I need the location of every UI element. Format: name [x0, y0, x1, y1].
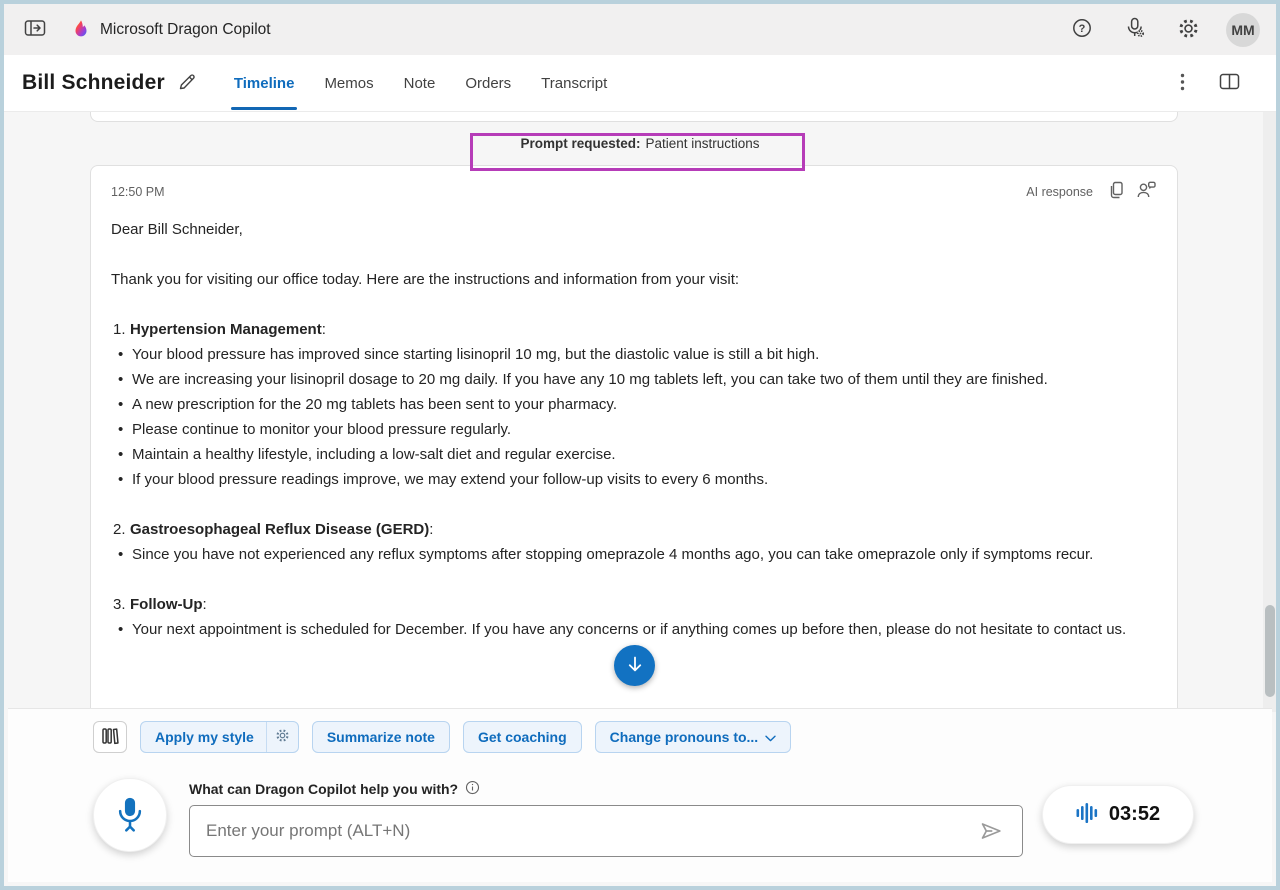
prompt-requested-divider: Prompt requested: Patient instructions: [4, 122, 1276, 165]
help-icon: ?: [1071, 17, 1093, 42]
split-panel-icon: [1219, 72, 1240, 94]
tab-orders[interactable]: Orders: [450, 55, 526, 112]
section-title: Gastroesophageal Reflux Disease (GERD): [130, 521, 429, 538]
svg-text:?: ?: [1079, 23, 1086, 35]
prompt-requested-value: Patient instructions: [645, 136, 759, 151]
tab-memos[interactable]: Memos: [309, 55, 388, 112]
change-pronouns-button[interactable]: Change pronouns to...: [595, 721, 792, 753]
section-hypertension: 1.Hypertension Management: Your blood pr…: [111, 317, 1157, 492]
recording-timer: 03:52: [1109, 803, 1160, 826]
more-options-button[interactable]: [1176, 69, 1189, 98]
scroll-to-bottom-button[interactable]: [614, 645, 655, 686]
section-number: 3.: [113, 592, 130, 617]
person-feedback-icon: [1136, 180, 1157, 203]
response-body: Dear Bill Schneider, Thank you for visit…: [111, 217, 1157, 642]
library-icon: [101, 727, 119, 748]
get-coaching-button[interactable]: Get coaching: [463, 721, 582, 753]
bullet: If your blood pressure readings improve,…: [111, 467, 1157, 492]
user-avatar[interactable]: MM: [1226, 13, 1260, 47]
prompt-label: What can Dragon Copilot help you with?: [189, 781, 458, 797]
microphone-settings-button[interactable]: [1119, 12, 1151, 47]
section-number: 2.: [113, 517, 130, 542]
section-number: 1.: [113, 317, 130, 342]
vertical-ellipsis-icon: [1180, 73, 1185, 94]
quick-actions-toolbar: Apply my style Summarize note Get coachi…: [93, 721, 791, 753]
apply-my-style-button[interactable]: Apply my style: [141, 722, 266, 752]
prompt-library-button[interactable]: [93, 721, 127, 753]
audio-waveform-icon: [1076, 801, 1098, 828]
bullet: Maintain a healthy lifestyle, including …: [111, 442, 1157, 467]
section-title: Hypertension Management: [130, 321, 322, 338]
open-panel-button[interactable]: [20, 14, 50, 45]
chevron-down-icon: [765, 729, 776, 745]
tab-transcript[interactable]: Transcript: [526, 55, 622, 112]
summarize-note-button[interactable]: Summarize note: [312, 721, 450, 753]
timeline-content: Prompt requested: Patient instructions 1…: [4, 112, 1276, 712]
bullet: Please continue to monitor your blood pr…: [111, 417, 1157, 442]
tab-note[interactable]: Note: [389, 55, 451, 112]
microphone-icon: [113, 795, 147, 836]
response-time: 12:50 PM: [111, 185, 165, 199]
patient-name: Bill Schneider: [22, 71, 165, 95]
prompt-label-row: What can Dragon Copilot help you with?: [189, 780, 480, 798]
pencil-icon: [177, 72, 197, 95]
top-bar: Microsoft Dragon Copilot ?: [4, 4, 1276, 55]
prompt-panel: Apply my style Summarize note Get coachi…: [8, 708, 1272, 882]
arrow-down-icon: [625, 654, 645, 677]
settings-button[interactable]: [1173, 13, 1204, 47]
prompt-input[interactable]: [189, 805, 1023, 857]
apply-my-style-split-button: Apply my style: [140, 721, 299, 753]
section-colon: :: [202, 596, 206, 613]
bullet: We are increasing your lisinopril dosage…: [111, 367, 1157, 392]
small-gear-icon: [275, 728, 290, 746]
microphone-gear-icon: [1123, 16, 1147, 43]
app-title: Microsoft Dragon Copilot: [100, 21, 271, 39]
copy-button[interactable]: [1107, 180, 1126, 203]
tab-bar: Timeline Memos Note Orders Transcript: [219, 55, 622, 112]
feedback-button[interactable]: [1136, 180, 1157, 203]
open-panel-icon: [24, 18, 46, 41]
app-window: Microsoft Dragon Copilot ?: [0, 0, 1280, 890]
scrollbar-thumb[interactable]: [1265, 605, 1275, 697]
section-gerd: 2.Gastroesophageal Reflux Disease (GERD)…: [111, 517, 1157, 567]
tab-timeline[interactable]: Timeline: [219, 55, 310, 112]
ai-response-label: AI response: [1026, 185, 1093, 199]
bullet: Since you have not experienced any reflu…: [111, 542, 1157, 567]
gear-icon: [1177, 17, 1200, 43]
section-follow-up: 3.Follow-Up: Your next appointment is sc…: [111, 592, 1157, 642]
bullet: Your blood pressure has improved since s…: [111, 342, 1157, 367]
previous-card-edge: [90, 112, 1178, 122]
section-colon: :: [429, 521, 433, 538]
patient-bar: Bill Schneider Timeline Memos Note Order…: [4, 55, 1276, 112]
edit-patient-name-button[interactable]: [173, 68, 201, 99]
split-view-button[interactable]: [1215, 68, 1244, 98]
section-title: Follow-Up: [130, 596, 202, 613]
scrollbar-track[interactable]: [1263, 112, 1276, 712]
apply-my-style-settings-button[interactable]: [266, 722, 298, 752]
change-pronouns-label: Change pronouns to...: [610, 729, 759, 745]
ai-response-card: 12:50 PM AI response: [90, 165, 1178, 712]
info-icon: [465, 780, 480, 798]
dictation-microphone-button[interactable]: [93, 778, 167, 852]
send-button[interactable]: [976, 817, 1006, 847]
send-icon: [978, 832, 1004, 847]
intro: Thank you for visiting our office today.…: [111, 267, 1157, 292]
recording-timer-pill[interactable]: 03:52: [1042, 785, 1194, 844]
section-colon: :: [322, 321, 326, 338]
greeting: Dear Bill Schneider,: [111, 217, 1157, 242]
help-button[interactable]: ?: [1067, 13, 1097, 46]
copy-icon: [1107, 180, 1126, 203]
bullet: A new prescription for the 20 mg tablets…: [111, 392, 1157, 417]
bullet: Your next appointment is scheduled for D…: [111, 617, 1157, 642]
dragon-copilot-logo-icon: [70, 19, 92, 41]
prompt-requested-label: Prompt requested:: [520, 136, 640, 151]
